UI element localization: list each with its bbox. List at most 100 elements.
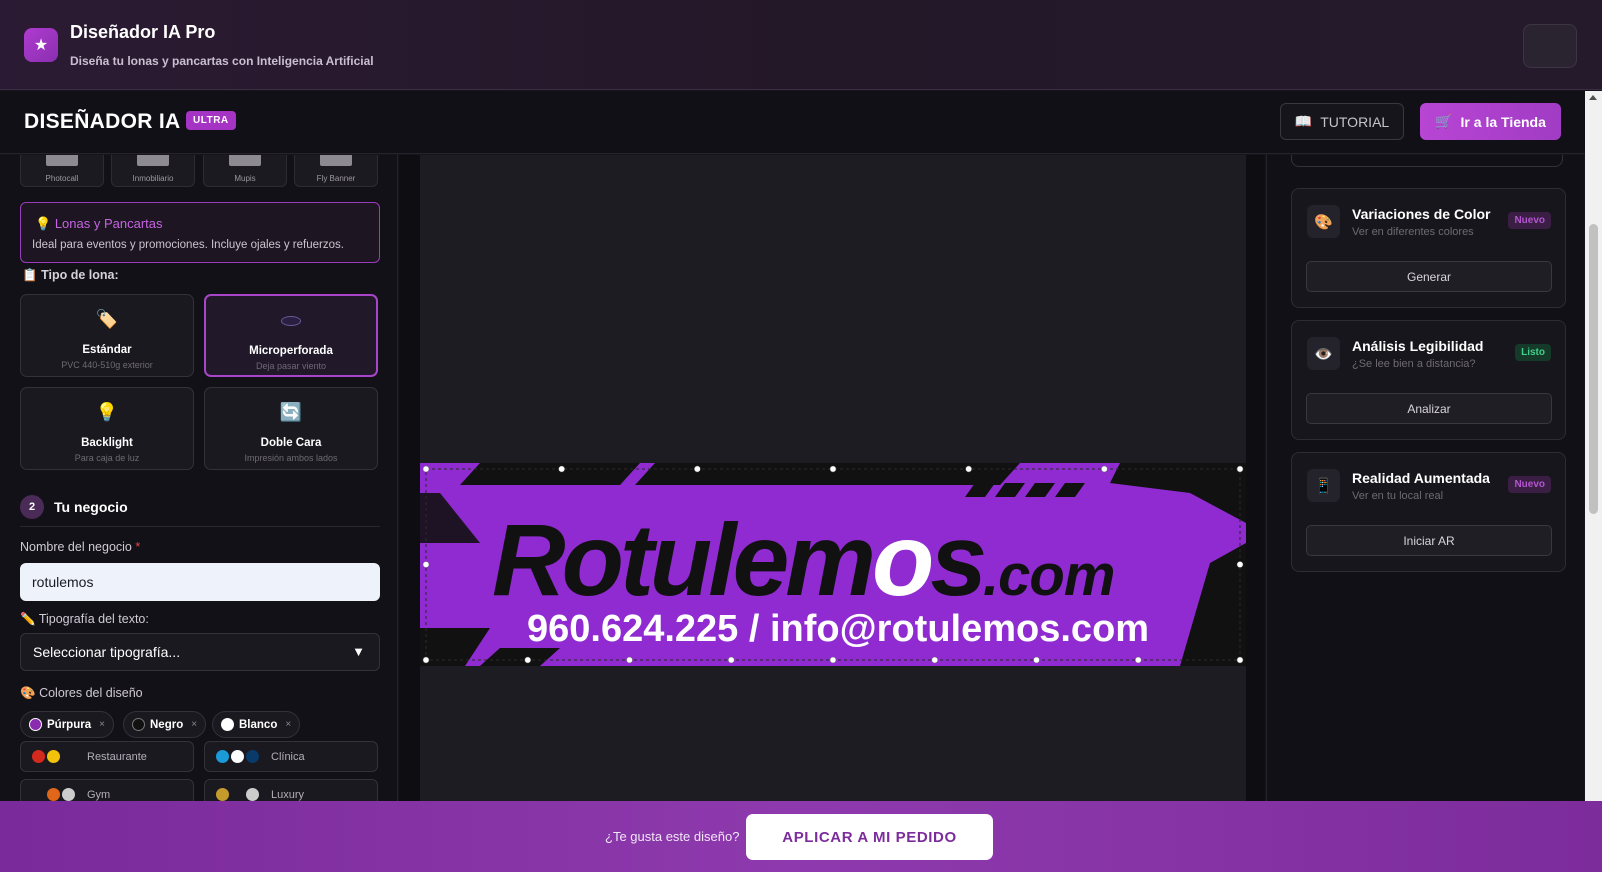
font-select-value: Seleccionar tipografía... — [33, 644, 181, 660]
resize-handle[interactable] — [931, 656, 938, 664]
resize-handle[interactable] — [694, 465, 701, 473]
remove-icon[interactable]: × — [285, 719, 291, 730]
lona-type-desc: PVC 440-510g exterior — [61, 360, 153, 370]
palette-swatches — [216, 788, 259, 801]
palette-clinica[interactable]: Clínica — [204, 741, 378, 772]
resize-handle[interactable] — [524, 656, 531, 664]
product-row: Photocall Inmobiliario Mupis Fly Banner — [20, 155, 380, 187]
resize-handle[interactable] — [829, 465, 837, 473]
banner-design[interactable]: Rotulemos.com 960.624.225 / info@rotulem… — [420, 463, 1246, 666]
remove-icon[interactable]: × — [191, 719, 197, 730]
designer-header: DISEÑADOR IA ULTRA 📖 TUTORIAL 🛒 Ir a la … — [0, 91, 1585, 154]
palette-icon: 🎨 — [1307, 205, 1340, 238]
color-swatch — [29, 718, 42, 731]
resize-handle[interactable] — [1101, 465, 1108, 473]
color-chip-purpura[interactable]: Púrpura × — [20, 711, 114, 738]
color-swatch — [221, 718, 234, 731]
banner-brand: Rotulemos.com — [492, 503, 1114, 617]
refresh-icon: 🔄 — [279, 402, 303, 422]
product-info-box: 💡 Lonas y Pancartas Ideal para eventos y… — [20, 202, 380, 263]
lona-type-name: Estándar — [82, 344, 132, 356]
banner-stripe — [635, 463, 1020, 485]
start-ar-button[interactable]: Iniciar AR — [1306, 525, 1552, 556]
banner-stripe — [995, 483, 1025, 497]
step-title: Tu negocio — [54, 499, 128, 515]
tool-title: Realidad Aumentada — [1352, 470, 1490, 486]
palette-swatches — [216, 750, 259, 763]
right-panel: 🎨 Variaciones de Color Ver en diferentes… — [1266, 155, 1584, 801]
apply-question: ¿Te gusta este diseño? — [605, 829, 740, 844]
resize-handle[interactable] — [422, 656, 430, 664]
resize-handle[interactable] — [1135, 656, 1142, 664]
tool-title: Variaciones de Color — [1352, 206, 1491, 222]
ultra-badge: ULTRA — [186, 111, 236, 130]
font-select[interactable]: Seleccionar tipografía... ▼ — [20, 633, 380, 671]
apply-order-button[interactable]: APLICAR A MI PEDIDO — [746, 814, 993, 860]
resize-handle[interactable] — [1033, 656, 1040, 664]
lona-type-estandar[interactable]: 🏷️ Estándar PVC 440-510g exterior — [20, 294, 194, 377]
resize-handle[interactable] — [1236, 656, 1244, 664]
info-text: Ideal para eventos y promociones. Incluy… — [32, 239, 344, 251]
artboard[interactable]: Rotulemos.com 960.624.225 / info@rotulem… — [420, 155, 1246, 801]
palette-icon: 🎨 — [20, 686, 36, 700]
remove-icon[interactable]: × — [99, 719, 105, 730]
app-title: Diseñador IA Pro — [70, 22, 216, 42]
resize-handle[interactable] — [558, 465, 565, 473]
color-chip-negro[interactable]: Negro × — [123, 711, 207, 738]
store-button[interactable]: 🛒 Ir a la Tienda — [1420, 103, 1561, 140]
status-badge: Nuevo — [1508, 212, 1551, 229]
page-title: DISEÑADOR IA — [24, 110, 181, 133]
font-label: ✏️ Tipografía del texto: — [20, 612, 149, 626]
scrollbar[interactable] — [1585, 91, 1602, 801]
banner-contact: 960.624.225 / info@rotulemos.com — [527, 608, 1149, 650]
tutorial-button[interactable]: 📖 TUTORIAL — [1280, 103, 1404, 140]
resize-handle[interactable] — [422, 465, 430, 473]
tool-card-ar: 📱 Realidad Aumentada Ver en tu local rea… — [1291, 452, 1566, 572]
resize-handle[interactable] — [626, 656, 633, 664]
palette-name: Luxury — [271, 789, 305, 801]
product-thumbnail — [320, 155, 352, 166]
tool-subtitle: ¿Se lee bien a distancia? — [1352, 358, 1476, 370]
eye-icon: 👁️ — [1307, 337, 1340, 370]
banner-stripe — [460, 463, 640, 485]
palette-name: Gym — [87, 789, 111, 801]
product-fly-banner[interactable]: Fly Banner — [294, 155, 378, 187]
chevron-down-icon: ▼ — [352, 644, 365, 659]
lona-type-label: 📋 Tipo de lona: — [22, 268, 119, 282]
resize-handle[interactable] — [829, 656, 837, 664]
product-photocall[interactable]: Photocall — [20, 155, 104, 187]
lona-type-backlight[interactable]: 💡 Backlight Para caja de luz — [20, 387, 194, 470]
product-label: Photocall — [45, 174, 79, 183]
product-thumbnail — [46, 155, 78, 166]
scroll-up-icon[interactable] — [1589, 95, 1597, 100]
resize-handle[interactable] — [1236, 465, 1244, 473]
palette-luxury[interactable]: Luxury — [204, 779, 378, 801]
resize-handle[interactable] — [728, 656, 735, 664]
product-label: Mupis — [234, 174, 256, 183]
banner-stripe — [420, 493, 480, 543]
resize-handle[interactable] — [422, 561, 430, 568]
banner-stripe — [480, 648, 560, 666]
product-mupis[interactable]: Mupis — [203, 155, 287, 187]
generate-button[interactable]: Generar — [1306, 261, 1552, 292]
step-number: 2 — [20, 495, 44, 519]
analyze-button[interactable]: Analizar — [1306, 393, 1552, 424]
product-thumbnail — [229, 155, 261, 166]
lona-type-doble-cara[interactable]: 🔄 Doble Cara Impresión ambos lados — [204, 387, 378, 470]
brand-action-button[interactable] — [1523, 24, 1577, 68]
lona-type-microperforada[interactable]: Microperforada Deja pasar viento — [204, 294, 378, 377]
color-swatch — [132, 718, 145, 731]
resize-handle[interactable] — [965, 465, 972, 473]
lona-type-name: Microperforada — [249, 345, 333, 357]
lona-type-name: Doble Cara — [260, 437, 322, 449]
resize-handle[interactable] — [1236, 561, 1244, 568]
scrollbar-thumb[interactable] — [1589, 224, 1598, 514]
palette-swatches — [32, 788, 75, 801]
product-inmobiliario[interactable]: Inmobiliario — [111, 155, 195, 187]
apply-bar: ¿Te gusta este diseño? APLICAR A MI PEDI… — [0, 801, 1602, 872]
business-name-input[interactable]: rotulemos — [20, 563, 380, 601]
color-chip-blanco[interactable]: Blanco × — [212, 711, 301, 738]
palette-restaurante[interactable]: Restaurante — [20, 741, 194, 772]
palette-gym[interactable]: Gym — [20, 779, 194, 801]
pencil-icon: ✏️ — [20, 612, 36, 626]
